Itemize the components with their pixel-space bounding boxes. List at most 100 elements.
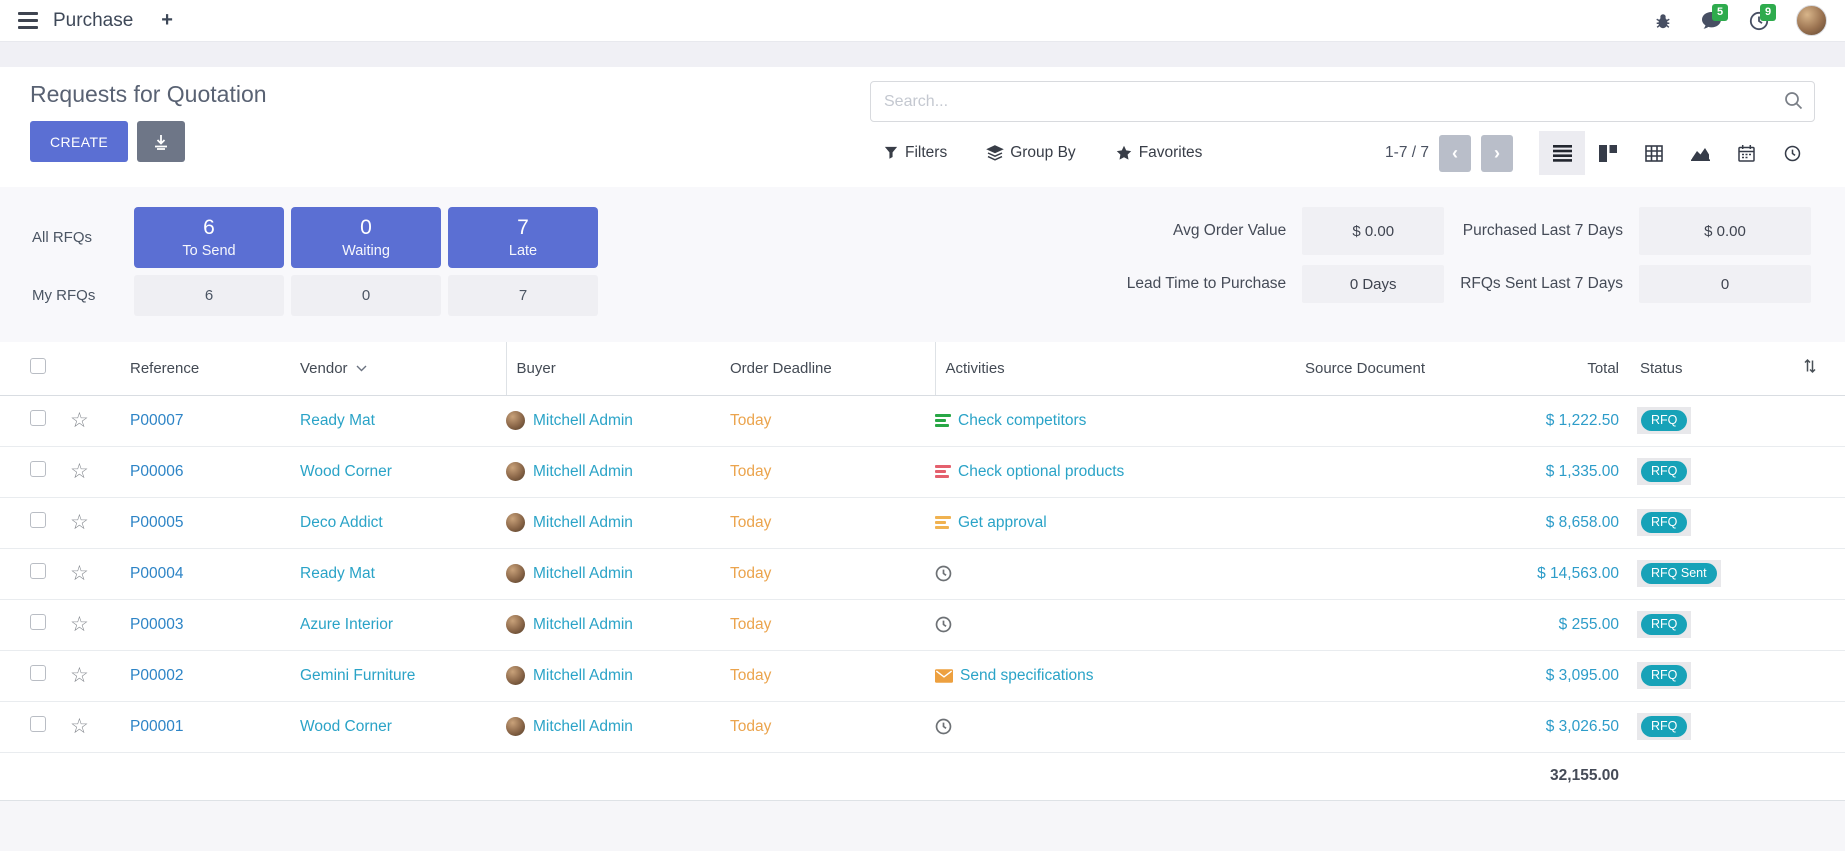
sort-chevron-down-icon [356,365,367,372]
activity-cell-content[interactable] [935,565,1235,582]
buyer-link[interactable]: Mitchell Admin [533,565,633,583]
buyer-link[interactable]: Mitchell Admin [533,514,633,532]
activity-label: Check competitors [958,412,1086,430]
activity-view-button[interactable] [1769,131,1815,175]
row-checkbox[interactable] [30,716,46,732]
vendor-link[interactable]: Deco Addict [300,514,383,531]
source-document [1235,446,1495,497]
table-row[interactable]: ☆ P00001 Wood Corner Mitchell Admin Toda… [0,701,1845,752]
column-header-activities[interactable]: Activities [935,342,1235,395]
status-badge: RFQ [1637,662,1691,690]
favorite-star-icon[interactable]: ☆ [70,613,89,636]
kpi-late-button[interactable]: 7 Late [448,207,598,268]
column-header-vendor[interactable]: Vendor [300,342,506,395]
column-header-reference[interactable]: Reference [130,342,300,395]
apps-menu-icon[interactable] [18,12,38,29]
reference-link[interactable]: P00001 [130,718,183,735]
activity-cell-content[interactable] [935,718,1235,735]
row-checkbox[interactable] [30,410,46,426]
download-icon [153,134,169,150]
activity-cell-content[interactable]: Check competitors [935,412,1235,430]
reference-link[interactable]: P00005 [130,514,183,531]
row-checkbox[interactable] [30,461,46,477]
buyer-link[interactable]: Mitchell Admin [533,616,633,634]
favorite-star-icon[interactable]: ☆ [70,664,89,687]
row-checkbox[interactable] [30,512,46,528]
kanban-view-button[interactable] [1585,131,1631,175]
calendar-view-icon [1738,145,1755,162]
reference-link[interactable]: P00007 [130,412,183,429]
vendor-link[interactable]: Gemini Furniture [300,667,415,684]
vendor-link[interactable]: Wood Corner [300,463,392,480]
optional-columns-icon[interactable] [1802,358,1818,374]
favorite-star-icon[interactable]: ☆ [70,409,89,432]
activities-icon[interactable]: 9 [1748,10,1770,32]
table-row[interactable]: ☆ P00004 Ready Mat Mitchell Admin Today … [0,548,1845,599]
vendor-link[interactable]: Ready Mat [300,412,375,429]
table-row[interactable]: ☆ P00002 Gemini Furniture Mitchell Admin… [0,650,1845,701]
user-avatar[interactable] [1796,5,1827,36]
column-header-total[interactable]: Total [1495,342,1625,395]
source-document [1235,650,1495,701]
table-row[interactable]: ☆ P00005 Deco Addict Mitchell Admin Toda… [0,497,1845,548]
pager-next-button[interactable]: › [1481,135,1513,172]
graph-view-button[interactable] [1677,131,1723,175]
favorite-star-icon[interactable]: ☆ [70,511,89,534]
kpi-waiting-button[interactable]: 0 Waiting [291,207,441,268]
table-row[interactable]: ☆ P00003 Azure Interior Mitchell Admin T… [0,599,1845,650]
my-to-send-button[interactable]: 6 [134,275,284,316]
column-header-status[interactable]: Status [1625,342,1775,395]
vendor-link[interactable]: Wood Corner [300,718,392,735]
buyer-link[interactable]: Mitchell Admin [533,667,633,685]
messages-icon[interactable]: 5 [1700,10,1722,32]
reference-link[interactable]: P00002 [130,667,183,684]
search-input[interactable] [870,81,1815,122]
reference-link[interactable]: P00004 [130,565,183,582]
filters-button[interactable]: Filters [884,144,947,162]
status-badge: RFQ Sent [1637,560,1721,588]
favorites-button[interactable]: Favorites [1116,144,1203,162]
new-tab-button[interactable]: + [161,9,173,32]
activity-cell-content[interactable]: Send specifications [935,667,1235,685]
pager-value[interactable]: 1-7 / 7 [1385,144,1429,162]
activity-cell-content[interactable]: Check optional products [935,463,1235,481]
buyer-link[interactable]: Mitchell Admin [533,463,633,481]
buyer-link[interactable]: Mitchell Admin [533,412,633,430]
search-icon[interactable] [1784,91,1803,110]
table-row[interactable]: ☆ P00007 Ready Mat Mitchell Admin Today … [0,395,1845,446]
table-header-row: Reference Vendor Buyer Order Deadline Ac… [0,342,1845,395]
my-waiting-button[interactable]: 0 [291,275,441,316]
my-late-button[interactable]: 7 [448,275,598,316]
group-by-button[interactable]: Group By [987,144,1075,162]
order-deadline: Today [730,616,771,633]
export-button[interactable] [137,121,185,162]
pager-previous-button[interactable]: ‹ [1439,135,1471,172]
reference-link[interactable]: P00003 [130,616,183,633]
pivot-view-button[interactable] [1631,131,1677,175]
row-checkbox[interactable] [30,563,46,579]
favorite-star-icon[interactable]: ☆ [70,715,89,738]
create-button[interactable]: CREATE [30,121,128,162]
app-title[interactable]: Purchase [53,10,133,32]
kpi-to-send-button[interactable]: 6 To Send [134,207,284,268]
column-header-source-document[interactable]: Source Document [1235,342,1495,395]
activity-cell-content[interactable] [935,616,1235,633]
activity-cell-content[interactable]: Get approval [935,514,1235,532]
column-header-buyer[interactable]: Buyer [506,342,730,395]
buyer-link[interactable]: Mitchell Admin [533,718,633,736]
reference-link[interactable]: P00006 [130,463,183,480]
row-checkbox[interactable] [30,665,46,681]
vendor-link[interactable]: Ready Mat [300,565,375,582]
favorite-star-icon[interactable]: ☆ [70,460,89,483]
list-view-button[interactable] [1539,131,1585,175]
activity-label: Get approval [958,514,1047,532]
calendar-view-button[interactable] [1723,131,1769,175]
order-deadline: Today [730,463,771,480]
select-all-checkbox[interactable] [30,358,46,374]
debug-bug-icon[interactable] [1652,10,1674,32]
table-row[interactable]: ☆ P00006 Wood Corner Mitchell Admin Toda… [0,446,1845,497]
row-checkbox[interactable] [30,614,46,630]
column-header-order-deadline[interactable]: Order Deadline [730,342,935,395]
vendor-link[interactable]: Azure Interior [300,616,393,633]
favorite-star-icon[interactable]: ☆ [70,562,89,585]
